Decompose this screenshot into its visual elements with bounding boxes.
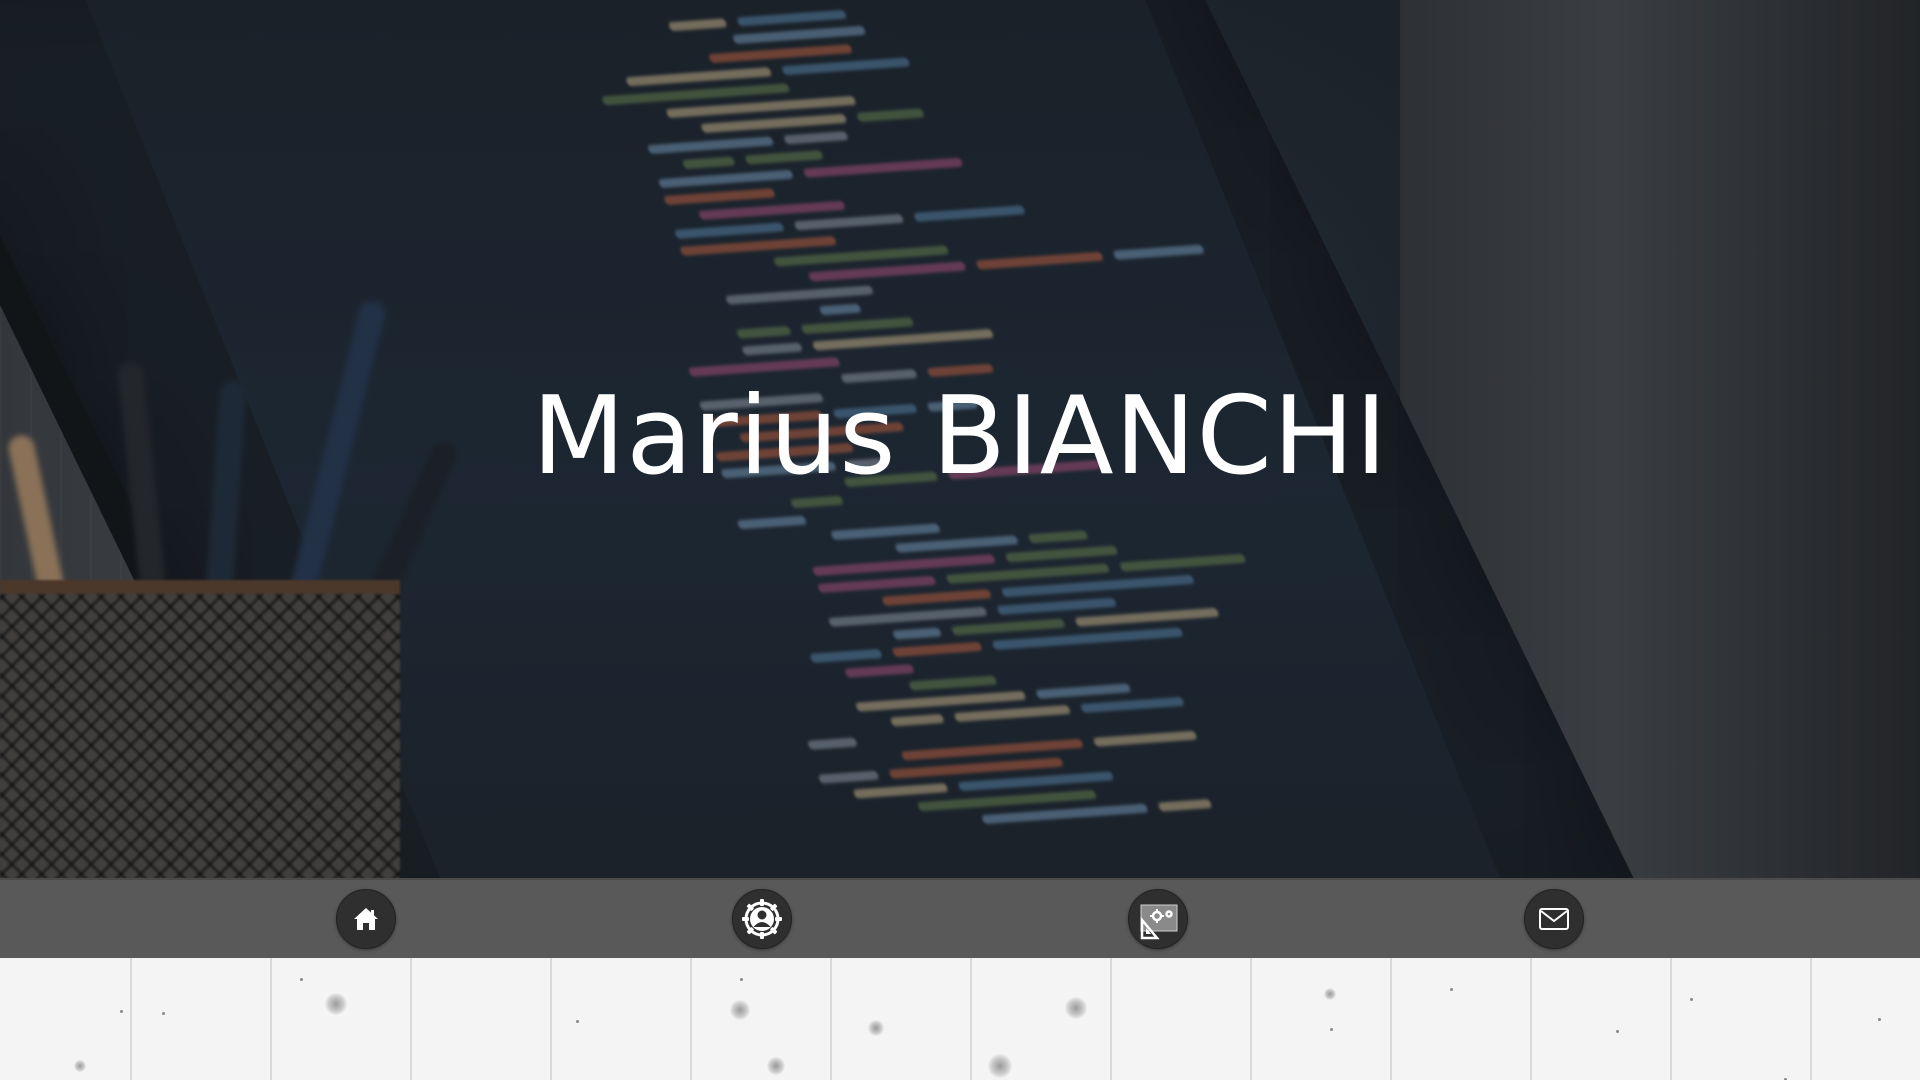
home-icon — [354, 908, 378, 930]
page-title: Marius BIANCHI — [532, 374, 1388, 499]
nav-about-button[interactable] — [732, 889, 792, 949]
wood-plank-edge — [270, 958, 272, 1080]
nav-skills-button[interactable] — [1128, 889, 1188, 949]
wood-knot — [1065, 997, 1087, 1019]
wood-speck — [162, 1012, 165, 1015]
wood-speck — [1450, 988, 1453, 991]
wood-speck — [1690, 998, 1693, 1001]
wood-knot — [988, 1054, 1012, 1078]
wood-knot — [767, 1057, 785, 1075]
settings-tools-icon — [1140, 904, 1178, 940]
wood-plank-edge — [830, 958, 832, 1080]
wood-plank-edge — [1110, 958, 1112, 1080]
wood-plank-edge — [550, 958, 552, 1080]
wood-plank-edge — [1390, 958, 1392, 1080]
mail-icon — [1539, 908, 1569, 930]
wood-speck — [1330, 1028, 1333, 1031]
wood-speck — [120, 1010, 123, 1013]
hero-section: Marius BIANCHI — [0, 0, 1920, 878]
bottom-navbar — [0, 878, 1920, 958]
wood-speck — [300, 978, 303, 981]
profile-gear-icon — [742, 899, 782, 939]
wood-background-footer — [0, 958, 1920, 1080]
wood-plank-edge — [970, 958, 972, 1080]
wood-knot — [1324, 988, 1336, 1000]
wood-knot — [325, 993, 347, 1015]
wood-knot — [868, 1020, 884, 1036]
wood-speck — [1616, 1030, 1619, 1033]
nav-home-button[interactable] — [336, 889, 396, 949]
wood-plank-edge — [1810, 958, 1812, 1080]
wood-plank-edge — [690, 958, 692, 1080]
wood-plank-edge — [130, 958, 132, 1080]
wood-speck — [1878, 1018, 1881, 1021]
wood-plank-edge — [1670, 958, 1672, 1080]
page: Marius BIANCHI — [0, 0, 1920, 1080]
wood-plank-edge — [410, 958, 412, 1080]
wood-speck — [576, 1020, 579, 1023]
wood-plank-edge — [1530, 958, 1532, 1080]
nav-contact-button[interactable] — [1524, 889, 1584, 949]
wood-knot — [74, 1060, 86, 1072]
wood-plank-edge — [1250, 958, 1252, 1080]
wood-speck — [740, 978, 743, 981]
wood-knot — [730, 1000, 750, 1020]
